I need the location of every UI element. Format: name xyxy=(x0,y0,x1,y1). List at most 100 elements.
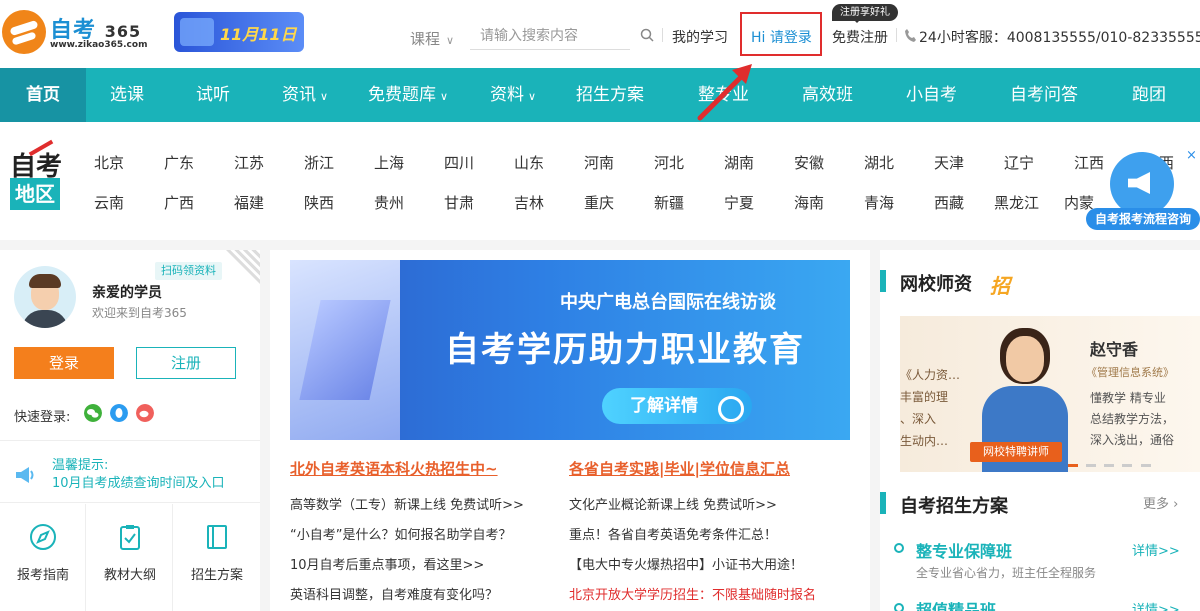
region-link[interactable]: 天津 xyxy=(934,152,964,173)
divider xyxy=(0,502,260,503)
my-study-link[interactable]: 我的学习 xyxy=(672,27,728,47)
region-link[interactable]: 宁夏 xyxy=(724,192,754,213)
qq-icon[interactable] xyxy=(110,404,128,422)
region-link[interactable]: 广西 xyxy=(164,192,194,213)
plan-bullet-icon xyxy=(894,543,904,553)
plans-title: 自考招生方案 xyxy=(900,496,1008,517)
region-link[interactable]: 甘肃 xyxy=(444,192,474,213)
nav-qa[interactable]: 自考问答 xyxy=(1010,68,1078,122)
nav-trial[interactable]: 试听 xyxy=(196,68,230,122)
nav-home[interactable]: 首页 xyxy=(0,68,86,122)
carousel-dot[interactable] xyxy=(1086,464,1097,467)
region-link[interactable]: 福建 xyxy=(234,192,264,213)
weibo-icon[interactable] xyxy=(136,404,154,422)
avatar xyxy=(14,266,76,328)
nav-enrollment[interactable]: 招生方案 xyxy=(576,68,644,122)
course-select[interactable]: 课程 ∨ xyxy=(410,28,454,49)
region-link[interactable]: 上海 xyxy=(374,152,404,173)
region-link[interactable]: 海南 xyxy=(794,192,824,213)
register-button[interactable]: 注册 xyxy=(136,347,236,379)
region-link[interactable]: 湖南 xyxy=(724,152,754,173)
teacher-carousel-dots xyxy=(1066,456,1153,471)
plan-detail-link[interactable]: 详情>> xyxy=(1132,540,1180,559)
region-link[interactable]: 黑龙江 xyxy=(994,192,1039,213)
news-item[interactable]: 文化产业概论新课上线 免费试听>> xyxy=(569,494,777,513)
region-link[interactable]: 山东 xyxy=(514,152,544,173)
news-headline[interactable]: 各省自考实践|毕业|学位信息汇总 xyxy=(569,458,790,479)
nav-group[interactable]: 跑团 xyxy=(1132,68,1166,122)
register-link[interactable]: 免费注册 xyxy=(832,27,888,47)
promo-banner[interactable]: 11月11日 xyxy=(174,12,304,52)
news-item[interactable]: 英语科目调整，自考难度有变化吗？ xyxy=(290,584,498,603)
carousel-dot-active[interactable] xyxy=(1068,464,1078,467)
carousel-dot[interactable] xyxy=(1122,464,1133,467)
carousel-dot[interactable] xyxy=(1104,464,1115,467)
banner-detail-button[interactable]: 了解详情 xyxy=(602,388,752,424)
plan-detail-link[interactable]: 详情>> xyxy=(1132,599,1180,611)
qr-code-icon[interactable] xyxy=(226,250,260,284)
nav-news[interactable]: 资讯 ∨ xyxy=(282,68,328,122)
region-link[interactable]: 云南 xyxy=(94,192,124,213)
region-link[interactable]: 西藏 xyxy=(934,192,964,213)
tip-title: 温馨提示: xyxy=(52,458,109,473)
hero-banner[interactable]: 中央广电总台国际在线访谈 自考学历助力职业教育 了解详情 xyxy=(290,260,850,440)
region-link[interactable]: 陕西 xyxy=(304,192,334,213)
logo-url: www.zikao365.com xyxy=(50,40,148,50)
carousel-dot[interactable] xyxy=(1140,464,1151,467)
news-item[interactable]: 北京开放大学学历招生：不限基础随时报名 xyxy=(569,584,816,603)
region-link[interactable]: 重庆 xyxy=(584,192,614,213)
main-content: 中央广电总台国际在线访谈 自考学历助力职业教育 了解详情 北外自考英语本科火热招… xyxy=(270,250,870,611)
wechat-icon[interactable] xyxy=(84,404,102,422)
news-item[interactable]: 高等数学（工专）新课上线 免费试听>> xyxy=(290,494,524,513)
region-link[interactable]: 安徽 xyxy=(794,152,824,173)
qr-tag[interactable]: 扫码领资料 xyxy=(155,262,222,280)
nav-question-bank[interactable]: 免费题库 ∨ xyxy=(368,68,448,122)
region-link[interactable]: 北京 xyxy=(94,152,124,173)
nav-materials[interactable]: 资料 ∨ xyxy=(490,68,536,122)
news-item[interactable]: 【电大中专火爆热招中】小证书大用途！ xyxy=(569,554,803,573)
region-link[interactable]: 广东 xyxy=(164,152,194,173)
region-link[interactable]: 新疆 xyxy=(654,192,684,213)
chevron-down-icon: ∨ xyxy=(446,34,455,47)
search-icon[interactable] xyxy=(640,28,654,42)
plan-title[interactable]: 超值精品班 xyxy=(916,597,996,611)
region-link[interactable]: 河南 xyxy=(584,152,614,173)
right-panel: 网校师资 招 《人力资… 丰富的理 、深入 生动内… 网校特聘讲师 赵守香 《管… xyxy=(880,250,1200,611)
tip-link[interactable]: 10月自考成绩查询时间及入口 xyxy=(52,472,225,491)
nav-small-exam[interactable]: 小自考 xyxy=(906,68,957,122)
site-logo[interactable]: 自考 365 www.zikao365.com xyxy=(2,10,147,54)
region-link[interactable]: 辽宁 xyxy=(1004,152,1034,173)
login-button[interactable]: 登录 xyxy=(14,347,114,379)
greeting: 亲爱的学员 xyxy=(92,285,162,301)
banner-graphic xyxy=(290,260,400,440)
login-link[interactable]: Hi 请登录 xyxy=(751,27,812,47)
tool-enrollment[interactable]: 招生方案 xyxy=(174,504,260,611)
nav-efficient-class[interactable]: 高效班 xyxy=(802,68,853,122)
more-link[interactable]: 更多 › xyxy=(1143,493,1178,512)
teacher-name: 赵守香 xyxy=(1090,340,1139,359)
close-icon[interactable]: × xyxy=(1186,148,1197,163)
region-link[interactable]: 青海 xyxy=(864,192,894,213)
consult-widget[interactable]: 自考报考流程咨询 xyxy=(1086,152,1200,234)
region-link[interactable]: 四川 xyxy=(444,152,474,173)
region-link[interactable]: 贵州 xyxy=(374,192,404,213)
region-link[interactable]: 吉林 xyxy=(514,192,544,213)
region-link[interactable]: 河北 xyxy=(654,152,684,173)
nav-courses[interactable]: 选课 xyxy=(110,68,144,122)
plan-title[interactable]: 整专业保障班 xyxy=(916,538,1012,562)
tool-guide[interactable]: 报考指南 xyxy=(0,504,86,611)
welcome-text: 欢迎来到自考365 xyxy=(92,306,187,320)
recruit-badge: 招 xyxy=(990,274,1010,298)
news-headline[interactable]: 北外自考英语本科火热招生中~ xyxy=(290,458,498,479)
region-link[interactable]: 湖北 xyxy=(864,152,894,173)
news-item[interactable]: 10月自考后重点事项，看这里>> xyxy=(290,554,484,573)
news-item[interactable]: “小自考”是什么？如何报名助学自考？ xyxy=(290,524,511,543)
teacher-card[interactable]: 《人力资… 丰富的理 、深入 生动内… 网校特聘讲师 赵守香 《管理信息系统》 … xyxy=(900,316,1200,472)
region-link[interactable]: 江苏 xyxy=(234,152,264,173)
nav-materials-label: 资料 xyxy=(490,85,524,105)
search-input[interactable] xyxy=(470,22,630,50)
top-bar: 自考 365 www.zikao365.com 11月11日 课程∨ 我的学习 … xyxy=(0,0,1200,68)
news-item[interactable]: 重点！各省自考英语免考条件汇总！ xyxy=(569,524,777,543)
tool-syllabus[interactable]: 教材大纲 xyxy=(87,504,173,611)
region-link[interactable]: 浙江 xyxy=(304,152,334,173)
